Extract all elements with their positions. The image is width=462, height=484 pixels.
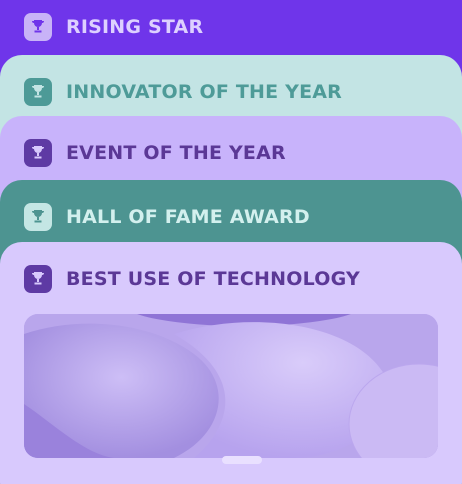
award-title: EVENT OF THE YEAR <box>66 142 286 164</box>
award-hero-image <box>24 314 438 458</box>
award-title: HALL OF FAME AWARD <box>66 206 310 228</box>
award-title: INNOVATOR OF THE YEAR <box>66 81 342 103</box>
trophy-icon <box>24 78 52 106</box>
trophy-icon <box>24 139 52 167</box>
award-card-header: RISING STAR <box>24 0 462 56</box>
awards-stack: RISING STAR INNOVATOR OF THE YEAR EVENT … <box>0 0 462 484</box>
trophy-icon <box>24 265 52 293</box>
award-card-header: INNOVATOR OF THE YEAR <box>24 63 462 121</box>
trophy-icon <box>24 203 52 231</box>
award-title: RISING STAR <box>66 16 204 38</box>
trophy-icon <box>24 13 52 41</box>
award-card-header: EVENT OF THE YEAR <box>24 124 462 182</box>
award-title: BEST USE OF TECHNOLOGY <box>66 268 360 290</box>
award-card-header: BEST USE OF TECHNOLOGY <box>24 250 462 308</box>
award-card-best-use-of-technology[interactable]: BEST USE OF TECHNOLOGY <box>0 242 462 484</box>
award-card-header: HALL OF FAME AWARD <box>24 188 462 246</box>
card-handle <box>222 456 262 464</box>
